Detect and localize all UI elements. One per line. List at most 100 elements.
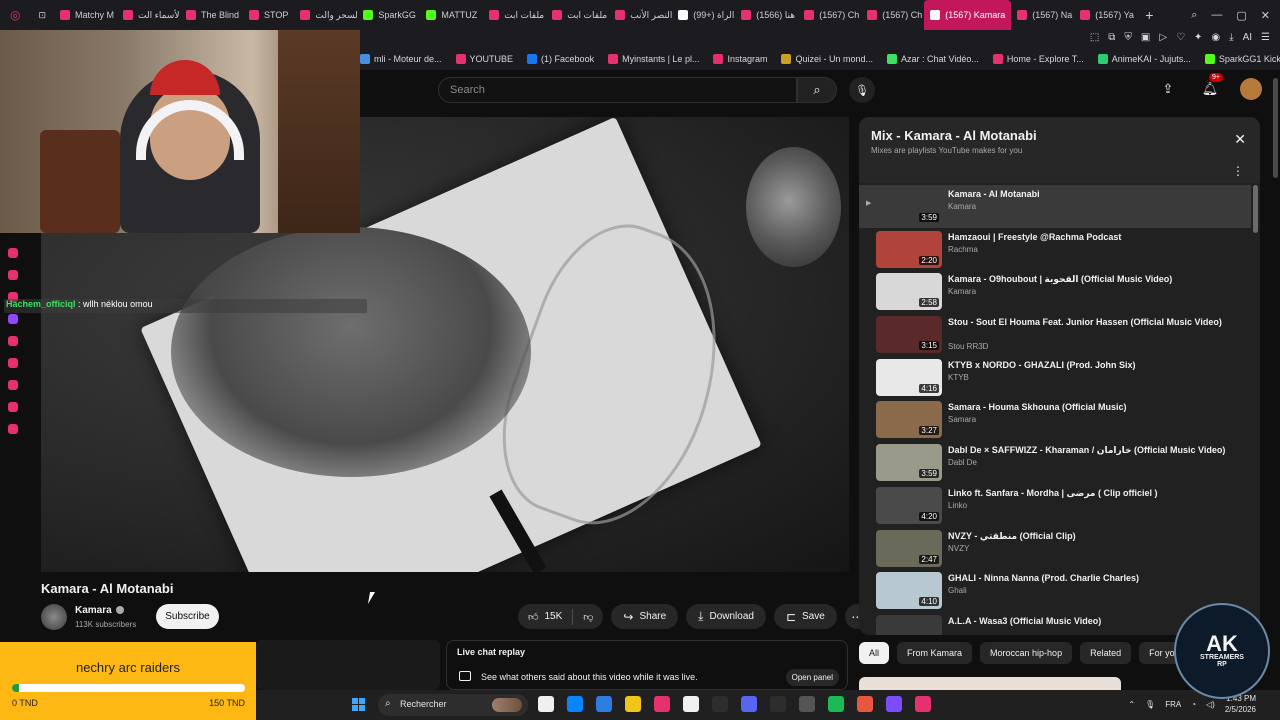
snapshot-icon[interactable]: ⧉ [1108, 32, 1115, 43]
page-scroll-thumb[interactable] [1273, 78, 1278, 178]
browser-tab[interactable]: (99+) الراة [672, 0, 735, 30]
recommendation-thumbnail[interactable] [859, 677, 1121, 691]
heart-icon[interactable]: ♡ [1176, 32, 1185, 43]
playlist-thumbnail[interactable]: 2:20 [876, 230, 942, 268]
browser-tab[interactable]: SparkGG [357, 0, 420, 30]
vpn-icon[interactable]: ⛨ [1124, 32, 1132, 43]
taskbar-app-icon[interactable] [567, 696, 583, 712]
taskbar-app-icon[interactable] [770, 696, 786, 712]
lang-indicator[interactable]: FRA [1165, 700, 1181, 709]
extensions-puzzle-icon[interactable]: ✦ [1194, 32, 1202, 43]
taskbar-app-icon[interactable] [915, 696, 931, 712]
bookmark-item[interactable]: SparkGG1 Kick [1204, 54, 1280, 64]
open-panel-button[interactable]: Open panel [785, 669, 839, 686]
start-button[interactable] [352, 698, 366, 712]
save-button[interactable]: ⊏ Save [773, 604, 837, 629]
download-icon[interactable]: ⤓ [1229, 32, 1233, 43]
taskbar-app-icon[interactable] [799, 696, 815, 712]
new-tab-button[interactable]: + [1137, 7, 1161, 23]
playlist-item[interactable]: 2:20 Hamzaoui | Freestyle @Rachma Podcast… [859, 228, 1251, 271]
taskbar-app-icon[interactable] [741, 696, 757, 712]
bookmark-item[interactable]: YOUTUBE [455, 54, 513, 64]
close-icon[interactable]: ✕ [1234, 131, 1246, 148]
screenshot-icon[interactable]: ▣ [1141, 32, 1150, 43]
workspaces-icon[interactable]: ⊡ [30, 0, 54, 30]
bookmark-item[interactable]: Quizei - Un mond... [781, 54, 873, 64]
playlist-thumbnail[interactable]: 2:47 [876, 529, 942, 567]
minimize-icon[interactable]: — [1211, 9, 1222, 22]
more-vertical-icon[interactable]: ⋮ [1232, 164, 1244, 178]
taskbar-app-icon[interactable] [828, 696, 844, 712]
browser-tab[interactable]: ملفات ابت [546, 0, 609, 30]
taskbar-app-icon[interactable] [683, 696, 699, 712]
playlist-item[interactable]: 4:20 Linko ft. Sanfara - Mordha | مرضى ( … [859, 484, 1251, 527]
bookmark-item[interactable]: (1) Facebook [527, 54, 594, 64]
bookmark-item[interactable]: Instagram [713, 54, 767, 64]
browser-tab[interactable]: MATTUZ [420, 0, 483, 30]
playlist-item[interactable]: 4:16 KTYB x NORDO - GHAZALI (Prod. John S… [859, 356, 1251, 399]
volume-icon[interactable]: ◁) [1206, 700, 1215, 709]
taskbar-app-icon[interactable] [625, 696, 641, 712]
avatar[interactable] [1240, 78, 1262, 100]
browser-tab[interactable]: السحر والت [294, 0, 357, 30]
browser-tab[interactable]: (1566) هنا [735, 0, 798, 30]
close-window-icon[interactable]: ✕ [1261, 9, 1270, 22]
playlist-thumbnail[interactable]: 3:27 [876, 401, 942, 439]
playlist-item[interactable]: 3:59 Dabl De × SAFFWIZZ - Kharaman / خارا… [859, 441, 1251, 484]
browser-tab-active[interactable]: (1567) Kamara [924, 0, 1012, 30]
dislike-button[interactable]: 👎︎ [573, 604, 603, 629]
subscribe-button[interactable]: Subscribe [156, 604, 219, 629]
search-button[interactable]: ⌕ [797, 77, 837, 103]
browser-tab[interactable]: STOP [243, 0, 294, 30]
download-button[interactable]: ⤓ Download [686, 604, 766, 629]
taskbar-app-icon[interactable] [712, 696, 728, 712]
create-button[interactable]: ⇪ [1156, 77, 1180, 101]
playlist-item[interactable]: ▶ 3:59 Kamara - Al Motanabi Kamara [859, 185, 1251, 228]
playlist-item[interactable]: 4:10 GHALI - Ninna Nanna (Prod. Charlie C… [859, 569, 1251, 612]
browser-tab[interactable]: The Blind [180, 0, 243, 30]
browser-tab[interactable]: (1567) Ch [798, 0, 861, 30]
playlist-item[interactable]: 2:58 Kamara - O9houbout | القحوبة (Offici… [859, 270, 1251, 313]
page-scrollbar[interactable] [1270, 70, 1280, 690]
opera-logo-icon[interactable]: ◎ [0, 0, 30, 30]
search-tabs-icon[interactable]: ⌕ [1191, 9, 1197, 22]
playlist-thumbnail[interactable]: 4:20 [876, 486, 942, 524]
playlist-thumbnail[interactable]: 4:16 [876, 358, 942, 396]
browser-tab[interactable]: (1567) Ch [861, 0, 924, 30]
maximize-icon[interactable]: ▢ [1236, 9, 1246, 22]
filter-chip[interactable]: All [859, 642, 890, 664]
account-icon[interactable]: ◉ [1211, 32, 1220, 43]
share-button[interactable]: ↪ Share [611, 604, 679, 629]
taskbar-app-icon[interactable] [886, 696, 902, 712]
mic-icon[interactable]: 🎙︎ [1145, 700, 1155, 709]
filter-chip[interactable]: Moroccan hip-hop [980, 642, 1073, 664]
extension-icon[interactable]: ⬚ [1090, 32, 1099, 43]
playlist-thumbnail[interactable] [876, 614, 942, 635]
playlist-thumbnail[interactable]: 3:59 [876, 444, 942, 482]
voice-search-button[interactable]: 🎙︎ [849, 77, 875, 103]
bookmark-item[interactable]: Myinstants | Le pl... [608, 54, 699, 64]
browser-tab[interactable]: الأسماء الت [117, 0, 180, 30]
playlist-thumbnail[interactable]: 2:58 [876, 273, 942, 311]
bookmark-item[interactable]: AnimeKAI - Jujuts... [1097, 54, 1191, 64]
playlist-thumbnail[interactable]: 3:15 [876, 316, 942, 354]
playlist-item[interactable]: 3:27 Samara - Houma Skhouna (Official Mus… [859, 398, 1251, 441]
playlist-item[interactable]: 3:15 Stou - Sout El Houma Feat. Junior Ha… [859, 313, 1251, 356]
bookmark-item[interactable]: Home - Explore T... [992, 54, 1084, 64]
wifi-icon[interactable]: ◔ [1191, 700, 1196, 709]
taskbar-search[interactable]: ⌕ Rechercher [378, 694, 528, 716]
notifications-button[interactable]: 🔔︎ 9+ [1198, 73, 1223, 101]
channel-avatar[interactable] [41, 604, 67, 630]
channel-name[interactable]: Kamara [75, 605, 124, 616]
menu-icon[interactable]: ☰ [1261, 32, 1270, 43]
playlist-thumbnail[interactable]: 3:59 [876, 188, 942, 225]
taskbar-app-icon[interactable] [857, 696, 873, 712]
filter-chip[interactable]: Related [1080, 642, 1132, 664]
like-button[interactable]: 👍︎ 15K [518, 604, 572, 629]
description-box[interactable] [256, 640, 440, 690]
playlist-thumbnail[interactable]: 4:10 [876, 572, 942, 610]
taskbar-app-icon[interactable] [654, 696, 670, 712]
taskbar-app-icon[interactable] [596, 696, 612, 712]
browser-tab[interactable]: ملفات ابت [483, 0, 546, 30]
playlist-item[interactable]: 2:47 NVZY - منطقتي (Official Clip) NVZY [859, 527, 1251, 570]
